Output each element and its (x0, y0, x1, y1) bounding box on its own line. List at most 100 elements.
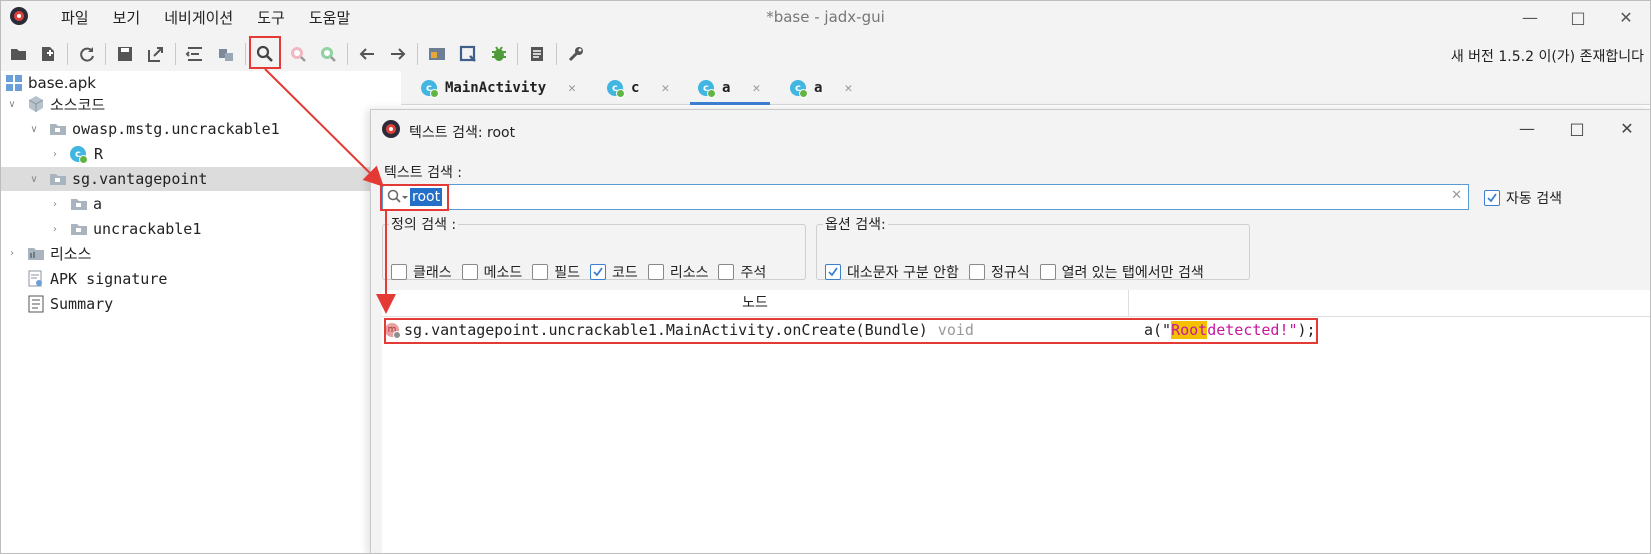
add-files-icon[interactable] (35, 41, 61, 67)
search-input[interactable]: root ✕ (382, 184, 1469, 210)
tab-a-active[interactable]: c a ✕ (689, 71, 771, 105)
annotation-search-button-box (249, 36, 281, 69)
search-label: 텍스트 검색 : (384, 165, 463, 181)
maximize-icon[interactable]: □ (1554, 1, 1602, 33)
project-tree: base.apk ∨ 소스코드 ∨ owasp.mstg.uncrackable… (1, 71, 401, 553)
sync-tree-icon[interactable] (182, 41, 208, 67)
definition-search-group: 정의 검색 : 클래스 메소드 필드 코드 리소스 주석 (382, 214, 806, 282)
tree-item-apk-signature[interactable]: APK signature (27, 267, 167, 291)
package-folder-icon (71, 224, 87, 235)
quark-icon[interactable] (455, 41, 481, 67)
debug-icon[interactable] (486, 41, 512, 67)
tab-c[interactable]: c c ✕ (607, 71, 669, 105)
update-notice[interactable]: 새 버전 1.5.2 이(가) 존재합니다 (1451, 46, 1644, 66)
menu-bar: 파일 보기 네비게이션 도구 도움말 (49, 7, 362, 28)
close-tab-icon[interactable]: ✕ (844, 81, 852, 96)
apk-icon (6, 75, 22, 91)
tab-a[interactable]: c a ✕ (790, 71, 852, 105)
option-regex[interactable]: 정규식 (968, 262, 1030, 282)
checkbox-checked-icon (590, 264, 607, 280)
tree-item-resources[interactable]: › 리소스 (5, 241, 91, 265)
tree-label: Summary (50, 295, 114, 313)
tree-label: owasp.mstg.uncrackable1 (72, 120, 280, 138)
package-folder-icon (50, 124, 66, 135)
option-code[interactable]: 코드 (590, 262, 638, 282)
option-open-tabs-only[interactable]: 열려 있는 탭에서만 검색 (1039, 262, 1204, 282)
source-package-icon (28, 96, 44, 112)
option-method[interactable]: 메소드 (461, 262, 522, 282)
close-tab-icon[interactable]: ✕ (752, 81, 760, 96)
option-label: 리소스 (669, 265, 709, 281)
tab-mainactivity[interactable]: c MainActivity ✕ (421, 71, 576, 105)
package-folder-icon (50, 174, 66, 185)
close-tab-icon[interactable]: ✕ (661, 81, 669, 96)
app-window: 파일 보기 네비게이션 도구 도움말 *base - jadx-gui — □ … (0, 0, 1651, 554)
menu-tools[interactable]: 도구 (245, 7, 297, 28)
option-label: 코드 (612, 265, 638, 281)
tree-label: sg.vantagepoint (72, 170, 208, 188)
forward-icon[interactable] (385, 41, 411, 67)
menu-view[interactable]: 보기 (101, 7, 153, 28)
tab-label: a (722, 80, 731, 96)
menu-navigation[interactable]: 네비게이션 (152, 7, 245, 28)
tree-item-package-a[interactable]: › a (48, 192, 102, 216)
title-bar: 파일 보기 네비게이션 도구 도움말 *base - jadx-gui — □ … (1, 1, 1650, 33)
tree-label: 소스코드 (50, 95, 106, 114)
chevron-down-icon[interactable]: ∨ (5, 97, 19, 111)
option-ignore-case[interactable]: 대소문자 구분 안함 (825, 262, 959, 282)
tree-label: APK signature (50, 270, 168, 288)
flatten-packages-icon[interactable] (213, 41, 239, 67)
tree-item-summary[interactable]: Summary (27, 292, 113, 316)
option-class[interactable]: 클래스 (391, 262, 452, 282)
usage-search-icon[interactable] (315, 41, 341, 67)
back-icon[interactable] (354, 41, 380, 67)
reload-icon[interactable] (74, 41, 100, 67)
deobfuscation-icon[interactable] (424, 41, 450, 67)
tree-item-source[interactable]: ∨ 소스코드 (5, 92, 105, 116)
checkbox-checked-icon (1484, 190, 1500, 206)
preferences-icon[interactable] (563, 41, 589, 67)
open-file-icon[interactable] (6, 41, 32, 67)
save-icon[interactable] (112, 41, 138, 67)
checkbox-icon (968, 264, 985, 280)
auto-search-checkbox[interactable]: 자동 검색 (1484, 188, 1562, 208)
chevron-right-icon[interactable]: › (48, 197, 62, 211)
chevron-down-icon[interactable]: ∨ (27, 122, 41, 136)
clear-search-icon[interactable]: ✕ (1451, 188, 1462, 203)
log-icon[interactable] (524, 41, 550, 67)
dialog-title: 텍스트 검색: root (409, 125, 516, 141)
menu-help[interactable]: 도움말 (297, 7, 362, 28)
export-icon[interactable] (143, 41, 169, 67)
class-icon: c (698, 80, 716, 98)
resources-folder-icon (28, 248, 44, 260)
close-icon[interactable]: ✕ (1602, 110, 1650, 146)
minimize-icon[interactable]: — (1502, 110, 1552, 146)
class-icon: c (790, 80, 808, 98)
option-label: 클래스 (413, 265, 452, 281)
maximize-icon[interactable]: □ (1552, 110, 1602, 146)
close-tab-icon[interactable]: ✕ (568, 81, 576, 96)
menu-file[interactable]: 파일 (49, 7, 101, 28)
chevron-right-icon[interactable]: › (48, 147, 62, 161)
close-icon[interactable]: ✕ (1602, 1, 1650, 33)
chevron-right-icon[interactable]: › (48, 222, 62, 236)
chevron-down-icon[interactable]: ∨ (27, 172, 41, 186)
minimize-icon[interactable]: — (1506, 1, 1554, 33)
search-options: 대소문자 구분 안함 정규식 열려 있는 탭에서만 검색 (825, 262, 1214, 282)
tab-label: a (814, 80, 823, 96)
tree-item-package-vantagepoint[interactable]: ∨ sg.vantagepoint (1, 167, 401, 191)
chevron-right-icon[interactable]: › (5, 246, 19, 260)
tree-label: a (93, 195, 103, 213)
class-search-icon[interactable] (285, 41, 311, 67)
checkbox-icon (718, 264, 735, 280)
checkbox-icon (391, 264, 407, 280)
tree-item-package-uncrackable1[interactable]: › uncrackable1 (48, 217, 201, 241)
tree-item-class-r[interactable]: › c R (48, 142, 103, 166)
checkbox-icon (647, 264, 664, 280)
annotation-result-row-box (384, 318, 1318, 344)
option-field[interactable]: 필드 (532, 262, 580, 282)
option-comment[interactable]: 주석 (718, 262, 766, 282)
column-header-node[interactable]: 노드 (382, 290, 1129, 317)
tree-item-package-owasp[interactable]: ∨ owasp.mstg.uncrackable1 (27, 117, 280, 141)
option-resource[interactable]: 리소스 (647, 262, 709, 282)
